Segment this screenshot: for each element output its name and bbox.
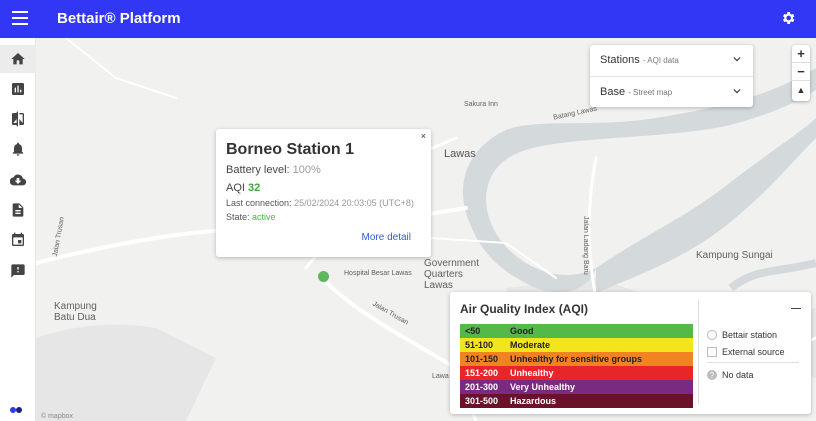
map-label-jalan-ladang-baru: Jalan Ladang Baru — [582, 216, 589, 275]
aqi-band: 151-200 Unhealthy — [460, 366, 693, 380]
last-connection-row: Last connection: 25/02/2024 20:03:05 (UT… — [226, 198, 421, 208]
last-connection-label: Last connection: — [226, 198, 292, 208]
layer-selector: Stations - AQI data Base - Street map — [590, 45, 753, 107]
svg-text:?: ? — [710, 371, 715, 380]
aqi-scale: <50 Good 51-100 Moderate 101-150 Unhealthy fo… — [460, 324, 693, 408]
aqi-band: 201-300 Very Unhealthy — [460, 380, 693, 394]
legend-keys: Bettair station External source ? No dat… — [707, 326, 799, 383]
nav-charts[interactable] — [0, 75, 36, 103]
aqi-band: <50 Good — [460, 324, 693, 338]
aqi-band-range: 301-500 — [465, 396, 499, 406]
state-label: State: — [226, 212, 250, 222]
close-icon[interactable]: × — [421, 131, 426, 141]
legend-key-nodata-label: No data — [722, 369, 754, 380]
bell-icon — [12, 142, 24, 156]
aqi-band-label: Unhealthy for sensitive groups — [510, 354, 643, 364]
legend-key-external: External source — [707, 343, 799, 360]
stations-layer-label: Stations — [600, 54, 640, 66]
zoom-in-button[interactable]: + — [792, 45, 810, 63]
aqi-band-label: Good — [510, 326, 534, 336]
battery-label: Battery level: — [226, 164, 290, 176]
station-marker[interactable] — [318, 271, 329, 282]
legend-key-separator — [707, 362, 799, 363]
map-view[interactable]: Sakura Inn Batang Lawas Lawas Jalan Trus… — [36, 38, 816, 421]
square-icon — [707, 346, 717, 357]
stations-layer-sub: - AQI data — [642, 56, 679, 65]
legend-title: Air Quality Index (AQI) — [460, 302, 589, 316]
legend-key-external-label: External source — [722, 346, 785, 357]
nav-calendar[interactable] — [0, 226, 36, 254]
map-label-kampung-sungai: Kampung Sungai — [696, 250, 773, 261]
side-navigation — [0, 38, 36, 421]
aqi-band: 51-100 Moderate — [460, 338, 693, 352]
map-label-sakura-inn: Sakura Inn — [464, 101, 498, 108]
reset-bearing-button[interactable]: ▲ — [792, 81, 810, 99]
state-value: active — [252, 212, 276, 222]
aqi-band-range: 201-300 — [465, 382, 499, 392]
chevron-down-icon — [733, 56, 741, 62]
map-attribution: © mapbox — [41, 413, 74, 420]
legend-key-bettair: Bettair station — [707, 326, 799, 343]
zoom-controls: + − ▲ — [792, 45, 810, 101]
aqi-value: 32 — [248, 182, 261, 194]
stations-layer-dropdown[interactable]: Stations - AQI data — [590, 45, 753, 76]
feedback-icon — [11, 264, 25, 278]
aqi-band-range: <50 — [465, 326, 481, 336]
chevron-down-icon — [733, 88, 741, 94]
aqi-band-label: Very Unhealthy — [510, 382, 576, 392]
aqi-band-label: Moderate — [510, 340, 551, 350]
cloud-download-icon — [10, 174, 26, 186]
nav-feedback[interactable] — [0, 257, 36, 285]
aqi-band-label: Unhealthy — [510, 368, 554, 378]
station-popup: × Borneo Station 1 Battery level: 100% A… — [216, 129, 431, 257]
legend-divider — [698, 300, 699, 404]
nav-home[interactable] — [0, 45, 36, 73]
aqi-label: AQI — [226, 182, 245, 194]
base-layer-sub: - Street map — [628, 88, 673, 97]
battery-value: 100% — [292, 164, 321, 176]
aqi-row: AQI 32 — [226, 182, 421, 194]
aqi-band: 101-150 Unhealthy for sensitive groups — [460, 352, 693, 366]
nav-reports[interactable] — [0, 196, 36, 224]
zoom-out-button[interactable]: − — [792, 63, 810, 81]
chart-icon — [12, 83, 24, 95]
aqi-band: 301-500 Hazardous — [460, 394, 693, 408]
more-detail-link[interactable]: More detail — [362, 232, 411, 243]
base-layer-dropdown[interactable]: Base - Street map — [590, 76, 753, 107]
legend-key-bettair-label: Bettair station — [722, 329, 778, 340]
home-icon — [11, 53, 25, 65]
nav-download[interactable] — [0, 166, 36, 194]
circle-icon — [707, 329, 717, 340]
minimize-icon[interactable] — [791, 302, 801, 314]
calendar-icon — [12, 232, 24, 246]
map-label-government-quarters: Government Quarters Lawas — [424, 258, 480, 291]
map-label-kampung-batu-dua: Kampung Batu Dua — [54, 301, 97, 323]
aqi-band-range: 51-100 — [465, 340, 494, 350]
state-row: State: active — [226, 212, 421, 222]
app-title: Bettair® Platform — [57, 10, 181, 27]
last-connection-value: 25/02/2024 20:03:05 (UTC+8) — [294, 198, 414, 208]
nav-alerts[interactable] — [0, 135, 36, 163]
base-layer-label: Base — [600, 86, 626, 98]
gear-icon[interactable] — [780, 10, 796, 26]
map-label-lawas: Lawas — [444, 148, 476, 160]
aqi-band-range: 151-200 — [465, 368, 499, 378]
station-name: Borneo Station 1 — [226, 141, 355, 158]
aqi-band-range: 101-150 — [465, 354, 499, 364]
aqi-legend: Air Quality Index (AQI) <50 Good 51-100 Mod… — [450, 292, 811, 414]
brand-logo — [10, 407, 22, 413]
map-label-lawa: Lawa — [432, 373, 449, 380]
nav-compare[interactable] — [0, 105, 36, 133]
top-app-bar: Bettair® Platform — [0, 0, 816, 38]
aqi-band-label: Hazardous — [510, 396, 557, 406]
legend-key-nodata: ? No data — [707, 366, 799, 383]
battery-row: Battery level: 100% — [226, 164, 421, 176]
question-icon: ? — [707, 369, 717, 380]
app: Bettair® Platform Sakura Inn Batang Lawa… — [0, 0, 816, 421]
map-label-hospital: Hospital Besar Lawas — [344, 270, 412, 277]
document-icon — [12, 203, 24, 217]
menu-icon[interactable] — [12, 11, 28, 25]
compare-icon — [12, 111, 24, 127]
